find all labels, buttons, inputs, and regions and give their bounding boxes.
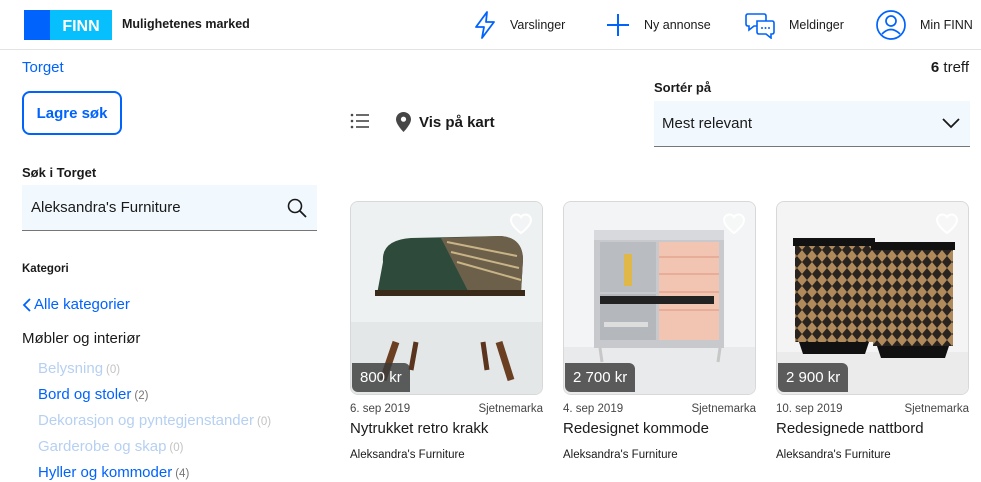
finn-logo[interactable]: FINN [24, 10, 112, 40]
subcategory-garderobe[interactable]: Garderobe og skap (0) [38, 438, 183, 455]
listing-date: 10. sep 2019 [776, 403, 843, 415]
heart-icon[interactable] [509, 213, 533, 235]
all-categories-link[interactable]: Alle kategorier [22, 296, 130, 313]
subcategory-count: (4) [175, 468, 190, 480]
heart-icon[interactable] [935, 213, 959, 235]
result-count-suffix: treff [943, 59, 969, 76]
search-input[interactable]: Aleksandra's Furniture [22, 185, 317, 231]
subcategory-count: (2) [134, 390, 149, 402]
listing-location: Sjetnemarka [691, 403, 756, 415]
lightning-icon [475, 11, 495, 39]
subcategory-label: Hyller og kommoder [38, 464, 173, 481]
plus-icon [607, 14, 629, 36]
subcategory-label: Bord og stoler [38, 386, 132, 403]
map-pin-icon [396, 112, 411, 132]
listing-location: Sjetnemarka [904, 403, 969, 415]
listing-image[interactable]: 2 900 kr [776, 201, 969, 395]
sort-select[interactable]: Mest relevant [654, 101, 970, 147]
listing-seller: Aleksandra's Furniture [563, 449, 678, 461]
listing-price: 2 900 kr [778, 363, 849, 392]
listing-location: Sjetnemarka [478, 403, 543, 415]
nav-new-ad[interactable]: Ny annonse [606, 0, 711, 50]
list-view-icon[interactable] [350, 112, 370, 130]
search-icon[interactable] [287, 198, 307, 218]
listing-meta: 6. sep 2019 Sjetnemarka [350, 403, 543, 415]
all-categories-label: Alle kategorier [34, 296, 130, 313]
listing-card[interactable]: 800 kr 6. sep 2019 Sjetnemarka Nytrukket… [350, 201, 543, 461]
search-input-value: Aleksandra's Furniture [31, 199, 181, 216]
show-on-map-link[interactable]: Vis på kart [396, 112, 495, 132]
listing-price: 2 700 kr [565, 363, 636, 392]
subcategory-label: Garderobe og skap [38, 438, 167, 455]
show-on-map-label: Vis på kart [419, 113, 495, 131]
breadcrumb-torget[interactable]: Torget [22, 59, 64, 76]
listing-date: 4. sep 2019 [563, 403, 624, 415]
subcategory-dekorasjon[interactable]: Dekorasjon og pyntegjenstander (0) [38, 412, 271, 429]
subcategory-count: (0) [106, 364, 121, 376]
top-header: FINN Mulighetenes marked Varslinger Ny a… [0, 0, 981, 50]
listing-date: 6. sep 2019 [350, 403, 411, 415]
nav-alerts[interactable]: Varslinger [474, 0, 565, 50]
user-icon [876, 10, 906, 40]
listing-meta: 4. sep 2019 Sjetnemarka [563, 403, 756, 415]
subcategory-label: Dekorasjon og pyntegjenstander [38, 412, 254, 429]
chevron-left-icon [22, 297, 31, 312]
result-count: 6 treff [931, 59, 969, 76]
listing-title[interactable]: Nytrukket retro krakk [350, 420, 543, 437]
nav-account-label: Min FINN [920, 18, 973, 32]
subcategory-label: Belysning [38, 360, 104, 377]
category-heading: Kategori [22, 263, 69, 275]
nav-account[interactable]: Min FINN [876, 0, 973, 50]
nav-messages[interactable]: Meldinger [745, 0, 844, 50]
chat-bubbles-icon [745, 13, 775, 39]
search-label: Søk i Torget [22, 165, 97, 180]
listing-card[interactable]: 2 900 kr 10. sep 2019 Sjetnemarka Redesi… [776, 201, 969, 461]
subcategory-count: (0) [256, 416, 272, 428]
chevron-down-icon [942, 118, 960, 129]
logo-text: FINN [62, 18, 99, 35]
listing-meta: 10. sep 2019 Sjetnemarka [776, 403, 969, 415]
listing-seller: Aleksandra's Furniture [350, 449, 465, 461]
listing-title[interactable]: Redesignede nattbord [776, 420, 969, 437]
subcategory-bord-og-stoler[interactable]: Bord og stoler (2) [38, 386, 148, 403]
category-main: Møbler og interiør [22, 330, 141, 347]
nav-alerts-label: Varslinger [510, 18, 566, 32]
listing-seller: Aleksandra's Furniture [776, 449, 891, 461]
result-count-number: 6 [930, 59, 940, 76]
nav-messages-label: Meldinger [789, 18, 844, 32]
save-search-button[interactable]: Lagre søk [22, 91, 122, 135]
sort-select-value: Mest relevant [662, 115, 753, 132]
listing-price: 800 kr [352, 363, 410, 392]
listing-title[interactable]: Redesignet kommode [563, 420, 756, 437]
nav-new-ad-label: Ny annonse [644, 18, 711, 32]
subcategory-belysning[interactable]: Belysning (0) [38, 360, 120, 377]
heart-icon[interactable] [722, 213, 746, 235]
listing-image[interactable]: 800 kr [350, 201, 543, 395]
sort-label: Sortér på [654, 80, 712, 95]
listing-image[interactable]: 2 700 kr [563, 201, 756, 395]
subcategory-count: (0) [169, 442, 184, 454]
listing-card[interactable]: 2 700 kr 4. sep 2019 Sjetnemarka Redesig… [563, 201, 756, 461]
tagline: Mulighetenes marked [122, 17, 250, 31]
subcategory-hyller[interactable]: Hyller og kommoder (4) [38, 464, 189, 481]
